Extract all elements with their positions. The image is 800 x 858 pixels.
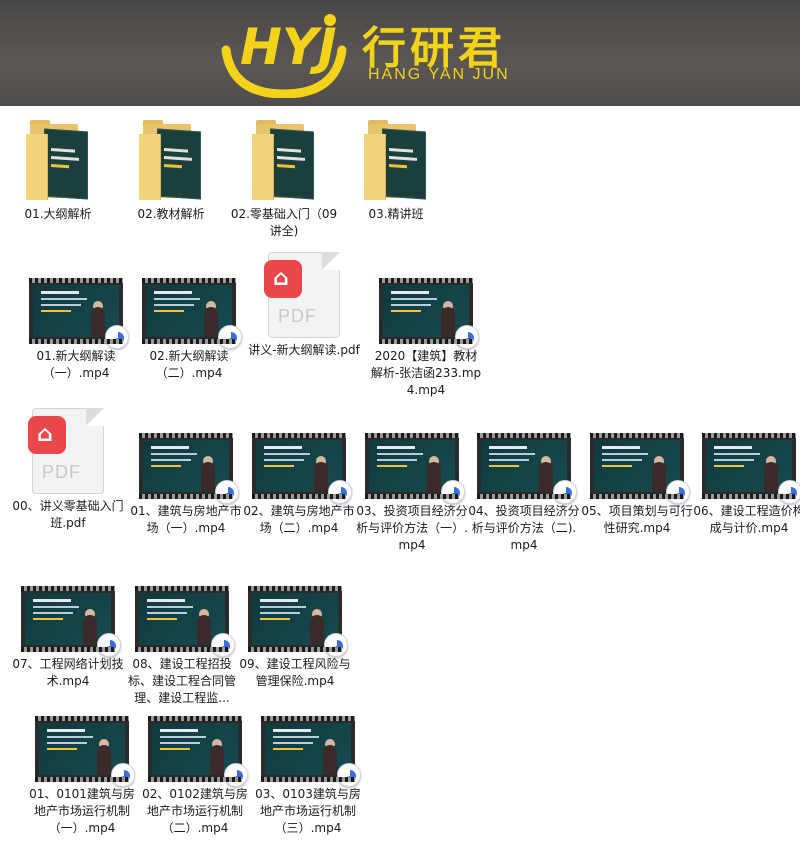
folder-icon [26, 120, 90, 202]
player-app-icon [215, 480, 239, 504]
video-file-item[interactable]: 08、建设工程招投标、建设工程合同管理、建设工程监... [126, 570, 238, 706]
hyj-logo-icon: HYJ [221, 14, 347, 98]
video-thumbnail-icon [477, 433, 577, 504]
file-label: 03、投资项目经济分析与评价方法（一）.mp4 [356, 504, 468, 552]
video-file-item[interactable]: 01.新大纲解读（一）.mp4 [20, 262, 132, 382]
video-file-item[interactable]: 07、工程网络计划技术.mp4 [12, 570, 124, 690]
video-file-item[interactable]: 01、0101建筑与房地产市场运行机制（一）.mp4 [26, 700, 138, 837]
file-label: 01.新大纲解读（一）.mp4 [36, 349, 116, 380]
logo-letters: HYJ [240, 18, 337, 76]
player-app-icon [778, 480, 800, 504]
brand-name-en: HANG YAN JUN [368, 66, 510, 83]
file-label: 讲义-新大纲解读.pdf [248, 343, 360, 357]
file-label: 07、工程网络计划技术.mp4 [12, 657, 124, 688]
folder-item[interactable]: 02.零基础入门（09讲全) [228, 106, 340, 240]
file-label: 09、建设工程风险与管理保险.mp4 [239, 657, 351, 688]
file-label: 05、项目策划与可行性研究.mp4 [581, 504, 693, 535]
pdf-file-item[interactable]: ⌂ PDF 00、讲义零基础入门班.pdf [12, 400, 124, 532]
folder-icon [364, 120, 428, 202]
player-app-icon [224, 763, 248, 787]
video-file-item[interactable]: 02.新大纲解读（二）.mp4 [133, 262, 245, 382]
file-label: 01.大纲解析 [24, 207, 92, 221]
file-label: 02、建筑与房地产市场（二）.mp4 [243, 504, 355, 535]
video-thumbnail-icon [702, 433, 800, 504]
player-app-icon [111, 763, 135, 787]
video-thumbnail-icon [248, 586, 348, 657]
video-file-item[interactable]: 02、建筑与房地产市场（二）.mp4 [243, 417, 355, 537]
video-thumbnail-icon [365, 433, 465, 504]
video-thumbnail-icon [379, 278, 479, 349]
folder-icon [139, 120, 203, 202]
pdf-file-icon: ⌂ PDF [28, 408, 104, 494]
video-file-item[interactable]: 03、投资项目经济分析与评价方法（一）.mp4 [356, 417, 468, 554]
video-file-item[interactable]: 02、0102建筑与房地产市场运行机制（二）.mp4 [139, 700, 251, 837]
folder-item[interactable]: 02.教材解析 [115, 106, 227, 223]
pdf-file-item[interactable]: ⌂ PDF 讲义-新大纲解读.pdf [248, 244, 360, 359]
video-file-item[interactable]: 04、投资项目经济分析与评价方法（二).mp4 [468, 417, 580, 554]
player-app-icon [553, 480, 577, 504]
video-thumbnail-icon [139, 433, 239, 504]
video-thumbnail-icon [261, 716, 361, 787]
video-file-item[interactable]: 05、项目策划与可行性研究.mp4 [581, 417, 693, 537]
video-thumbnail-icon [135, 586, 235, 657]
file-label: 02.零基础入门（09讲全) [230, 207, 338, 238]
file-label: 2020【建筑】教材解析-张洁函233.mp4.mp4 [370, 349, 482, 397]
file-label: 01、建筑与房地产市场（一）.mp4 [130, 504, 242, 535]
player-app-icon [455, 325, 479, 349]
file-label: 02.新大纲解读（二）.mp4 [149, 349, 229, 380]
player-app-icon [218, 325, 242, 349]
player-app-icon [211, 633, 235, 657]
player-app-icon [324, 633, 348, 657]
folder-item[interactable]: 01.大纲解析 [2, 106, 114, 223]
file-label: 01、0101建筑与房地产市场运行机制（一）.mp4 [29, 787, 135, 835]
video-thumbnail-icon [21, 586, 121, 657]
file-label: 00、讲义零基础入门班.pdf [12, 499, 124, 530]
video-thumbnail-icon [35, 716, 135, 787]
file-label: 03、0103建筑与房地产市场运行机制（三）.mp4 [255, 787, 361, 835]
video-file-item[interactable]: 01、建筑与房地产市场（一）.mp4 [130, 417, 242, 537]
folder-icon [252, 120, 316, 202]
video-thumbnail-icon [252, 433, 352, 504]
file-label: 06、建设工程造价构成与计价.mp4 [693, 504, 800, 535]
player-app-icon [97, 633, 121, 657]
file-label: 04、投资项目经济分析与评价方法（二).mp4 [468, 504, 580, 552]
video-file-item[interactable]: 03、0103建筑与房地产市场运行机制（三）.mp4 [252, 700, 364, 837]
video-thumbnail-icon [29, 278, 129, 349]
pdf-file-icon: ⌂ PDF [264, 252, 340, 338]
folder-item[interactable]: 03.精讲班 [340, 106, 452, 223]
file-label: 02.教材解析 [137, 207, 205, 221]
file-label: 03.精讲班 [368, 207, 424, 221]
banner-header: HYJ 行研君 HANG YAN JUN [0, 0, 800, 106]
file-label: 08、建设工程招投标、建设工程合同管理、建设工程监... [127, 657, 236, 705]
player-app-icon [337, 763, 361, 787]
video-thumbnail-icon [142, 278, 242, 349]
player-app-icon [666, 480, 690, 504]
video-file-item[interactable]: 06、建设工程造价构成与计价.mp4 [693, 417, 800, 537]
file-label: 02、0102建筑与房地产市场运行机制（二）.mp4 [142, 787, 248, 835]
video-thumbnail-icon [590, 433, 690, 504]
video-file-item[interactable]: 2020【建筑】教材解析-张洁函233.mp4.mp4 [370, 262, 482, 399]
video-thumbnail-icon [148, 716, 248, 787]
player-app-icon [441, 480, 465, 504]
player-app-icon [105, 325, 129, 349]
video-file-item[interactable]: 09、建设工程风险与管理保险.mp4 [239, 570, 351, 690]
player-app-icon [328, 480, 352, 504]
